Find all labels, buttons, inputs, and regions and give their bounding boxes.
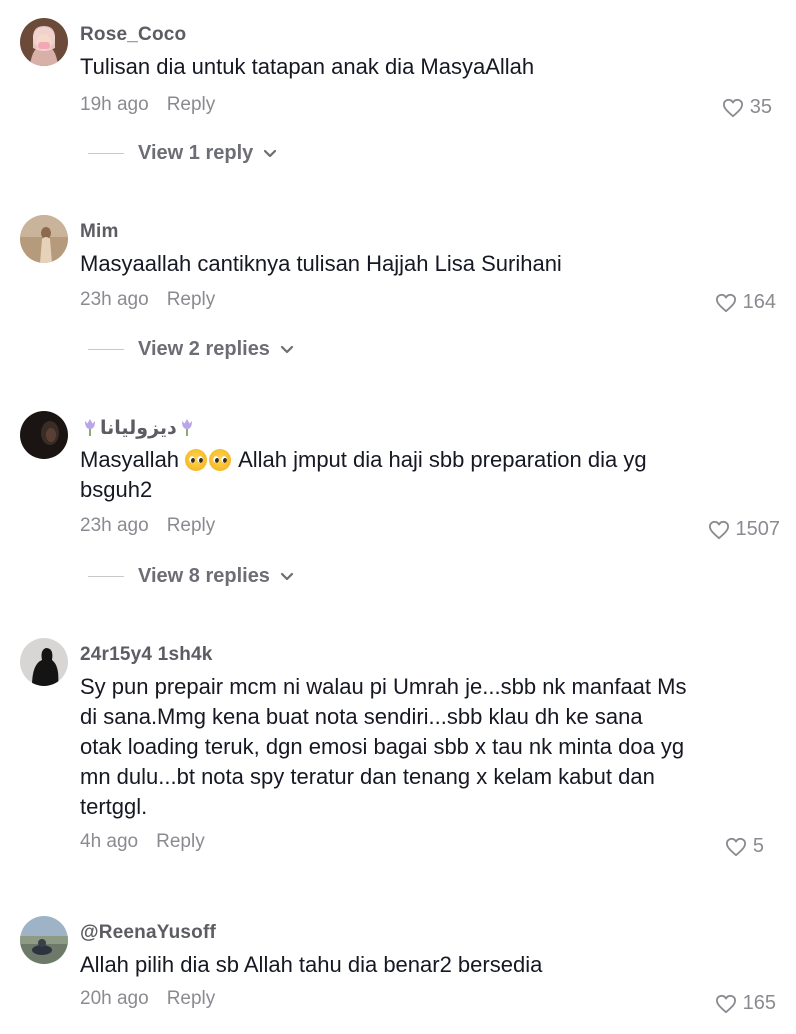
pleading-face-emoji-icon (209, 449, 232, 471)
username[interactable]: ديزوليانا (80, 417, 197, 440)
comments-list: Rose_Coco Tulisan dia untuk tatapan anak… (0, 0, 796, 1034)
reply-button[interactable]: Reply (167, 289, 216, 310)
heart-outline-icon (715, 293, 736, 312)
avatar[interactable] (20, 638, 68, 686)
username-label: ديزوليانا (100, 418, 177, 439)
username[interactable]: @ReenaYusoff (80, 922, 216, 944)
like-count: 5 (752, 835, 764, 857)
timestamp: 23h ago (80, 515, 149, 536)
comment-text: Allah pilih dia sb Allah tahu dia benar2… (80, 952, 543, 977)
heart-outline-icon (708, 520, 729, 539)
chevron-down-icon (280, 572, 294, 580)
reply-button[interactable]: Reply (167, 94, 216, 115)
timestamp: 19h ago (80, 94, 149, 115)
like-button[interactable]: 35 (722, 96, 772, 119)
view-replies-label: View 8 replies (138, 565, 270, 587)
comment-text: Masyallah Allah jmput dia haji sbb prepa… (80, 445, 690, 505)
pleading-face-emoji-icon (185, 449, 208, 471)
comment-text: Sy pun prepair mcm ni walau pi Umrah je.… (80, 674, 687, 819)
view-replies-label: View 2 replies (138, 338, 270, 360)
tulip-icon (181, 419, 192, 436)
timestamp: 4h ago (80, 831, 139, 852)
reply-button[interactable]: Reply (167, 515, 216, 536)
timestamp: 20h ago (80, 988, 149, 1009)
like-count: 165 (742, 992, 776, 1014)
tulip-icon (85, 419, 95, 436)
heart-outline-icon (722, 98, 743, 117)
comment-meta: 19h ago Reply (80, 94, 215, 116)
comment-text: Tulisan dia untuk tatapan anak dia Masya… (80, 54, 535, 79)
reply-button[interactable]: Reply (167, 988, 216, 1009)
avatar[interactable] (20, 916, 68, 964)
comment-text-start: Masyallah (80, 447, 180, 472)
divider-line (88, 349, 124, 350)
comment-meta: 23h ago Reply (80, 515, 215, 537)
chevron-down-icon (264, 149, 277, 157)
like-button[interactable]: 1507 (708, 518, 781, 541)
view-replies-button[interactable]: View 8 replies (88, 565, 294, 588)
username[interactable]: Mim (80, 221, 119, 243)
comment-meta: 4h ago Reply (80, 831, 205, 853)
like-count: 35 (749, 96, 772, 118)
avatar[interactable] (20, 411, 68, 459)
reply-button[interactable]: Reply (156, 831, 205, 852)
view-replies-button[interactable]: View 2 replies (88, 338, 294, 361)
username[interactable]: Rose_Coco (80, 24, 186, 46)
like-button[interactable]: 164 (715, 291, 776, 314)
avatar[interactable] (20, 18, 68, 66)
divider-line (88, 576, 124, 577)
view-replies-button[interactable]: View 1 reply (88, 142, 277, 165)
comment-meta: 20h ago Reply (80, 988, 215, 1010)
like-button[interactable]: 165 (715, 992, 776, 1015)
view-replies-label: View 1 reply (138, 142, 254, 164)
username[interactable]: 24r15y4 1sh4k (80, 644, 213, 666)
chevron-down-icon (280, 345, 294, 353)
timestamp: 23h ago (80, 289, 149, 310)
heart-outline-icon (725, 837, 746, 856)
comment-text: Masyaallah cantiknya tulisan Hajjah Lisa… (80, 251, 562, 276)
like-count: 164 (742, 291, 776, 313)
comment-meta: 23h ago Reply (80, 289, 215, 311)
avatar[interactable] (20, 215, 68, 263)
divider-line (88, 153, 124, 154)
heart-outline-icon (715, 994, 736, 1013)
like-count: 1507 (735, 518, 781, 540)
like-button[interactable]: 5 (725, 835, 764, 858)
